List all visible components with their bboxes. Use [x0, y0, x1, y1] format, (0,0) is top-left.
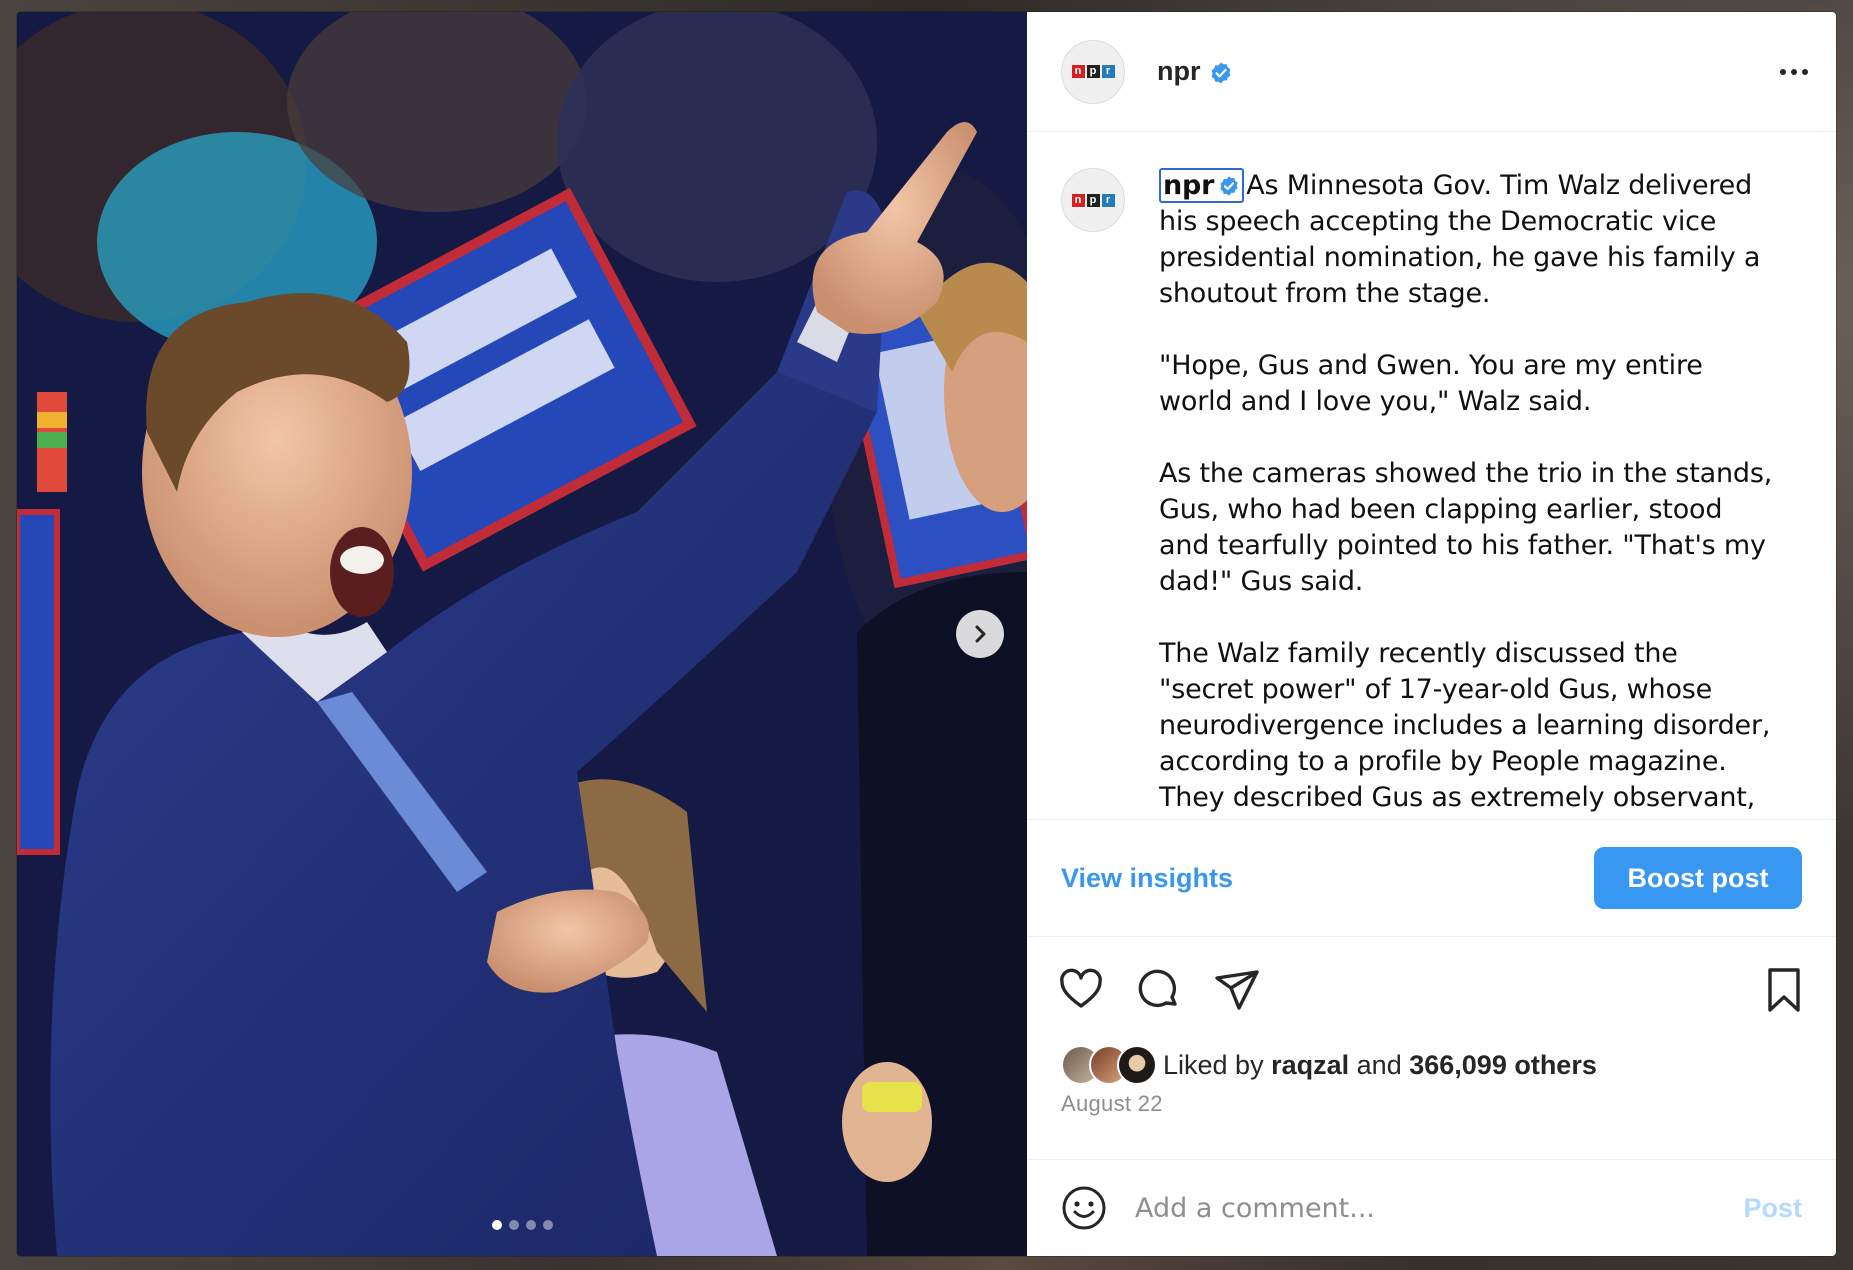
post-modal: n p r npr n p r npr As Minnesota Gov. Ti…: [17, 12, 1836, 1256]
account-avatar[interactable]: n p r: [1061, 39, 1125, 104]
caption-paragraph: "Hope, Gus and Gwen. You are my entire w…: [1159, 350, 1703, 417]
liker-username-link[interactable]: raqzal: [1271, 1050, 1349, 1080]
caption-text: npr As Minnesota Gov. Tim Walz delivered …: [1159, 168, 1779, 819]
post-media[interactable]: [17, 12, 1027, 1256]
carousel-dot: [525, 1220, 536, 1230]
caption-paragraph: npr As Minnesota Gov. Tim Walz delivered …: [1159, 168, 1761, 309]
caption-username-link[interactable]: npr: [1159, 168, 1245, 203]
carousel-dot: [542, 1220, 553, 1230]
avatar: [1117, 1045, 1157, 1085]
comment-icon[interactable]: [1135, 966, 1183, 1014]
boost-post-button[interactable]: Boost post: [1594, 847, 1802, 909]
more-options-icon[interactable]: [1780, 68, 1808, 75]
post-photo: [17, 12, 1027, 1256]
caption-section[interactable]: n p r npr As Minnesota Gov. Tim Walz deli…: [1027, 132, 1836, 820]
post-comment-button[interactable]: Post: [1743, 1193, 1802, 1224]
bookmark-icon[interactable]: [1762, 966, 1806, 1014]
view-insights-link[interactable]: View insights: [1061, 863, 1233, 894]
likes-summary: Liked by raqzal and 366,099 others: [1027, 1043, 1836, 1087]
share-icon[interactable]: [1213, 966, 1261, 1014]
npr-logo: n p r: [1071, 65, 1115, 78]
liker-avatars[interactable]: [1061, 1045, 1157, 1085]
likes-text: Liked by raqzal and 366,099 others: [1163, 1049, 1597, 1080]
caption-avatar[interactable]: n p r: [1061, 168, 1125, 232]
npr-logo: n p r: [1071, 193, 1115, 207]
chevron-right-icon: [975, 625, 986, 643]
verified-badge-icon: [1220, 176, 1238, 196]
carousel-indicator: [17, 1220, 1027, 1230]
caption-paragraph: As the cameras showed the trio in the st…: [1159, 458, 1773, 597]
next-media-button[interactable]: [956, 610, 1004, 658]
likes-count-link[interactable]: 366,099 others: [1409, 1050, 1597, 1080]
post-header: n p r npr: [1027, 12, 1836, 132]
caption-paragraph: The Walz family recently discussed the "…: [1159, 638, 1771, 813]
emoji-icon[interactable]: [1061, 1185, 1107, 1231]
account-username[interactable]: npr: [1157, 56, 1233, 87]
carousel-dot: [508, 1220, 519, 1230]
owner-actions: View insights Boost post: [1027, 820, 1836, 937]
comment-input[interactable]: [1133, 1191, 1744, 1225]
carousel-dot: [491, 1220, 502, 1230]
comment-bar: Post: [1027, 1159, 1836, 1256]
post-action-icons: [1027, 937, 1836, 1043]
post-info-panel: n p r npr n p r npr As Minnesota Gov. Ti…: [1027, 12, 1836, 1256]
verified-badge-icon: [1211, 62, 1230, 84]
heart-icon[interactable]: [1057, 966, 1105, 1014]
post-date[interactable]: August 22: [1027, 1087, 1836, 1133]
